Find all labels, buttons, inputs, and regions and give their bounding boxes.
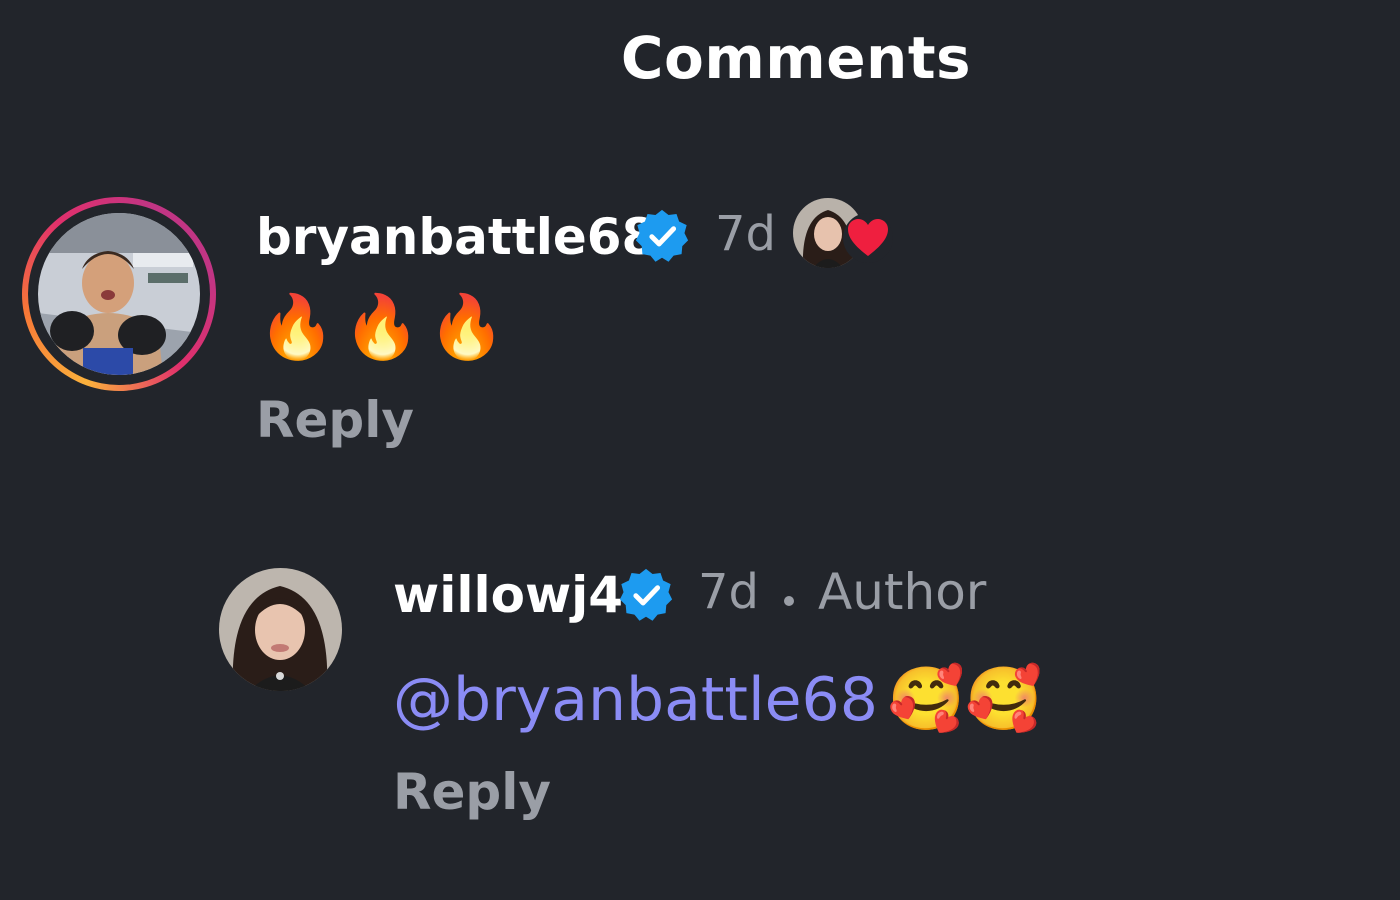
avatar-photo-willowj4 (219, 568, 342, 691)
author-badge: Author (818, 563, 987, 621)
avatar-story-ring[interactable] (22, 197, 216, 391)
verified-badge-icon (619, 568, 673, 621)
comments-page: Comments bryanbattle68 7d 🔥🔥🔥 Reply will… (0, 0, 1400, 900)
avatar[interactable] (38, 213, 200, 375)
separator-dot (784, 596, 794, 606)
reply-button[interactable]: Reply (256, 391, 414, 449)
reply-timestamp: 7d (698, 564, 760, 620)
comment-username[interactable]: bryanbattle68 (256, 208, 656, 266)
comment-text: 🔥🔥🔥 (258, 290, 514, 363)
avatar[interactable] (219, 568, 342, 691)
avatar-photo-bryanbattle68 (38, 213, 200, 375)
reply-text: 🥰🥰 (887, 662, 1043, 735)
heart-icon (843, 213, 893, 263)
reply-username[interactable]: willowj4 (393, 566, 623, 624)
reply-button[interactable]: Reply (393, 763, 551, 821)
mention-link[interactable]: @bryanbattle68 (393, 665, 878, 735)
comment-timestamp: 7d (715, 206, 777, 262)
verified-badge-icon (635, 209, 689, 262)
reply-text-line: @bryanbattle68 🥰🥰 (393, 662, 1042, 736)
page-title: Comments (620, 24, 972, 92)
